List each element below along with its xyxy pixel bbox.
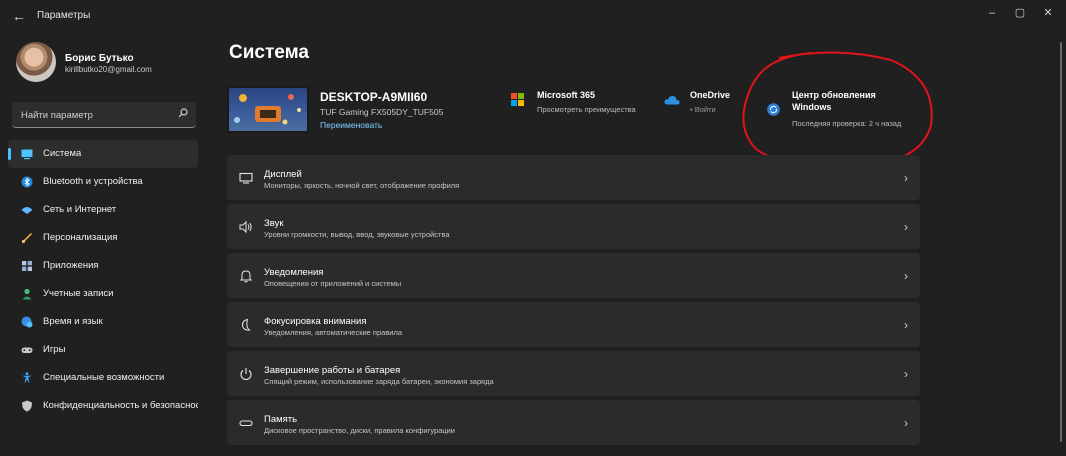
sidebar-item-system[interactable]: Система	[8, 140, 198, 168]
card-subtitle: Мониторы, яркость, ночной свет, отображе…	[264, 181, 460, 190]
active-indicator	[8, 148, 11, 160]
quick-access-subtitle: • Войти	[690, 105, 716, 114]
quick-access-title: OneDrive	[690, 90, 731, 100]
person-icon	[22, 288, 32, 300]
quick-access-subtitle: Последняя проверка: 2 ч назад	[792, 119, 902, 128]
shield-icon	[22, 400, 32, 412]
sidebar-item-label: Специальные возможности	[43, 372, 165, 383]
onedrive-tile[interactable]: OneDrive • Войти	[664, 90, 730, 114]
device-model: TUF Gaming FX505DY_TUF505	[320, 107, 444, 117]
speaker-icon	[239, 220, 252, 234]
card-title: Фокусировка внимания	[264, 316, 367, 327]
close-button[interactable]: ✕	[1037, 4, 1059, 22]
sidebar-item-network[interactable]: Сеть и Интернет	[8, 196, 198, 224]
apps-icon	[22, 261, 32, 271]
device-name: DESKTOP-A9MII60	[320, 90, 428, 104]
card-title: Звук	[264, 218, 284, 229]
minimize-button[interactable]: –	[981, 4, 1003, 22]
search-placeholder: Найти параметр	[21, 110, 93, 121]
globe-clock-icon	[21, 316, 33, 328]
maximize-button[interactable]: ▢	[1009, 4, 1031, 22]
accessibility-icon	[22, 372, 32, 384]
user-profile[interactable]: Борис Бутько kirillbutko20@gmail.com	[8, 40, 203, 88]
microsoft-365-tile[interactable]: Microsoft 365 Просмотреть преимущества	[511, 90, 636, 114]
wallpaper-illustration	[234, 94, 301, 125]
avatar	[16, 42, 56, 82]
card-subtitle: Уведомления, автоматические правила	[264, 328, 403, 337]
quick-access-title: Microsoft 365	[537, 90, 596, 100]
wifi-icon	[21, 207, 33, 214]
power-icon	[240, 368, 252, 381]
card-title: Завершение работы и батарея	[264, 365, 401, 376]
display-settings-card[interactable]: Дисплей Мониторы, яркость, ночной свет, …	[227, 155, 920, 200]
brush-icon	[21, 232, 33, 244]
vertical-scrollbar[interactable]	[1060, 42, 1062, 442]
settings-list: Дисплей Мониторы, яркость, ночной свет, …	[227, 155, 920, 449]
chevron-right-icon: ›	[904, 269, 908, 283]
sidebar-item-label: Сеть и Интернет	[43, 204, 117, 215]
monitor-icon	[21, 149, 33, 160]
device-wallpaper-thumbnail	[227, 86, 309, 133]
cloud-icon	[664, 95, 680, 105]
card-subtitle: Спящий режим, использование заряда батар…	[264, 377, 494, 386]
card-title: Память	[264, 414, 298, 425]
sidebar-item-label: Учетные записи	[43, 288, 114, 299]
sidebar-item-label: Персонализация	[43, 232, 118, 243]
sidebar-item-label: Приложения	[43, 260, 99, 271]
sidebar-item-label: Игры	[43, 344, 66, 355]
sidebar-item-personalization[interactable]: Персонализация	[8, 224, 198, 252]
back-button[interactable]: ←	[8, 7, 30, 25]
search-input[interactable]: Найти параметр	[12, 102, 196, 128]
user-name: Борис Бутько	[65, 53, 134, 64]
sidebar-item-label: Конфиденциальность и безопасность	[43, 400, 198, 411]
quick-access-subtitle: Просмотреть преимущества	[537, 105, 636, 114]
focus-assist-settings-card[interactable]: Фокусировка внимания Уведомления, автома…	[227, 302, 920, 347]
sidebar-item-label: Время и язык	[43, 316, 103, 327]
app-title: Параметры	[37, 10, 91, 21]
card-subtitle: Дисковое пространство, диски, правила ко…	[264, 426, 455, 435]
chevron-right-icon: ›	[904, 416, 908, 430]
chevron-right-icon: ›	[904, 367, 908, 381]
title-bar: ← Параметры – ▢ ✕	[0, 0, 1066, 32]
notifications-settings-card[interactable]: Уведомления Оповещения от приложений и с…	[227, 253, 920, 298]
sidebar-item-accessibility[interactable]: Специальные возможности	[8, 364, 198, 392]
search-icon	[178, 108, 188, 118]
card-title: Дисплей	[264, 169, 302, 180]
sidebar-item-gaming[interactable]: Игры	[8, 336, 198, 364]
gamepad-icon	[21, 347, 33, 353]
chevron-right-icon: ›	[904, 220, 908, 234]
sound-settings-card[interactable]: Звук Уровни громкости, вывод, ввод, звук…	[227, 204, 920, 249]
sidebar-item-time-language[interactable]: Время и язык	[8, 308, 198, 336]
sidebar-item-label: Bluetooth и устройства	[43, 176, 143, 187]
sidebar-item-privacy[interactable]: Конфиденциальность и безопасность	[8, 392, 198, 420]
sync-icon	[767, 103, 780, 116]
display-icon	[239, 172, 253, 184]
sidebar-item-label: Система	[43, 148, 82, 159]
page-title: Система	[229, 42, 309, 63]
user-email: kirillbutko20@gmail.com	[65, 65, 152, 74]
quick-access-title-line2: Windows	[792, 102, 832, 112]
moon-icon	[241, 318, 251, 331]
sidebar-item-bluetooth[interactable]: Bluetooth и устройства	[8, 168, 198, 196]
sidebar-item-apps[interactable]: Приложения	[8, 252, 198, 280]
sidebar-item-accounts[interactable]: Учетные записи	[8, 280, 198, 308]
chevron-right-icon: ›	[904, 171, 908, 185]
storage-icon	[239, 420, 253, 427]
microsoft-logo-icon	[511, 93, 524, 106]
sidebar-nav: Система Bluetooth и устройства Сеть и Ин…	[8, 140, 200, 420]
rename-link[interactable]: Переименовать	[320, 120, 382, 130]
bell-icon	[239, 270, 253, 283]
card-title: Уведомления	[264, 267, 324, 278]
bluetooth-icon	[21, 176, 33, 188]
card-subtitle: Уровни громкости, вывод, ввод, звуковые …	[264, 230, 450, 239]
storage-settings-card[interactable]: Память Дисковое пространство, диски, пра…	[227, 400, 920, 445]
power-battery-settings-card[interactable]: Завершение работы и батарея Спящий режим…	[227, 351, 920, 396]
windows-update-tile[interactable]: Центр обновления Windows Последняя прове…	[767, 90, 901, 128]
card-subtitle: Оповещения от приложений и системы	[264, 279, 402, 288]
chevron-right-icon: ›	[904, 318, 908, 332]
quick-access-title-line1: Центр обновления	[792, 90, 876, 100]
